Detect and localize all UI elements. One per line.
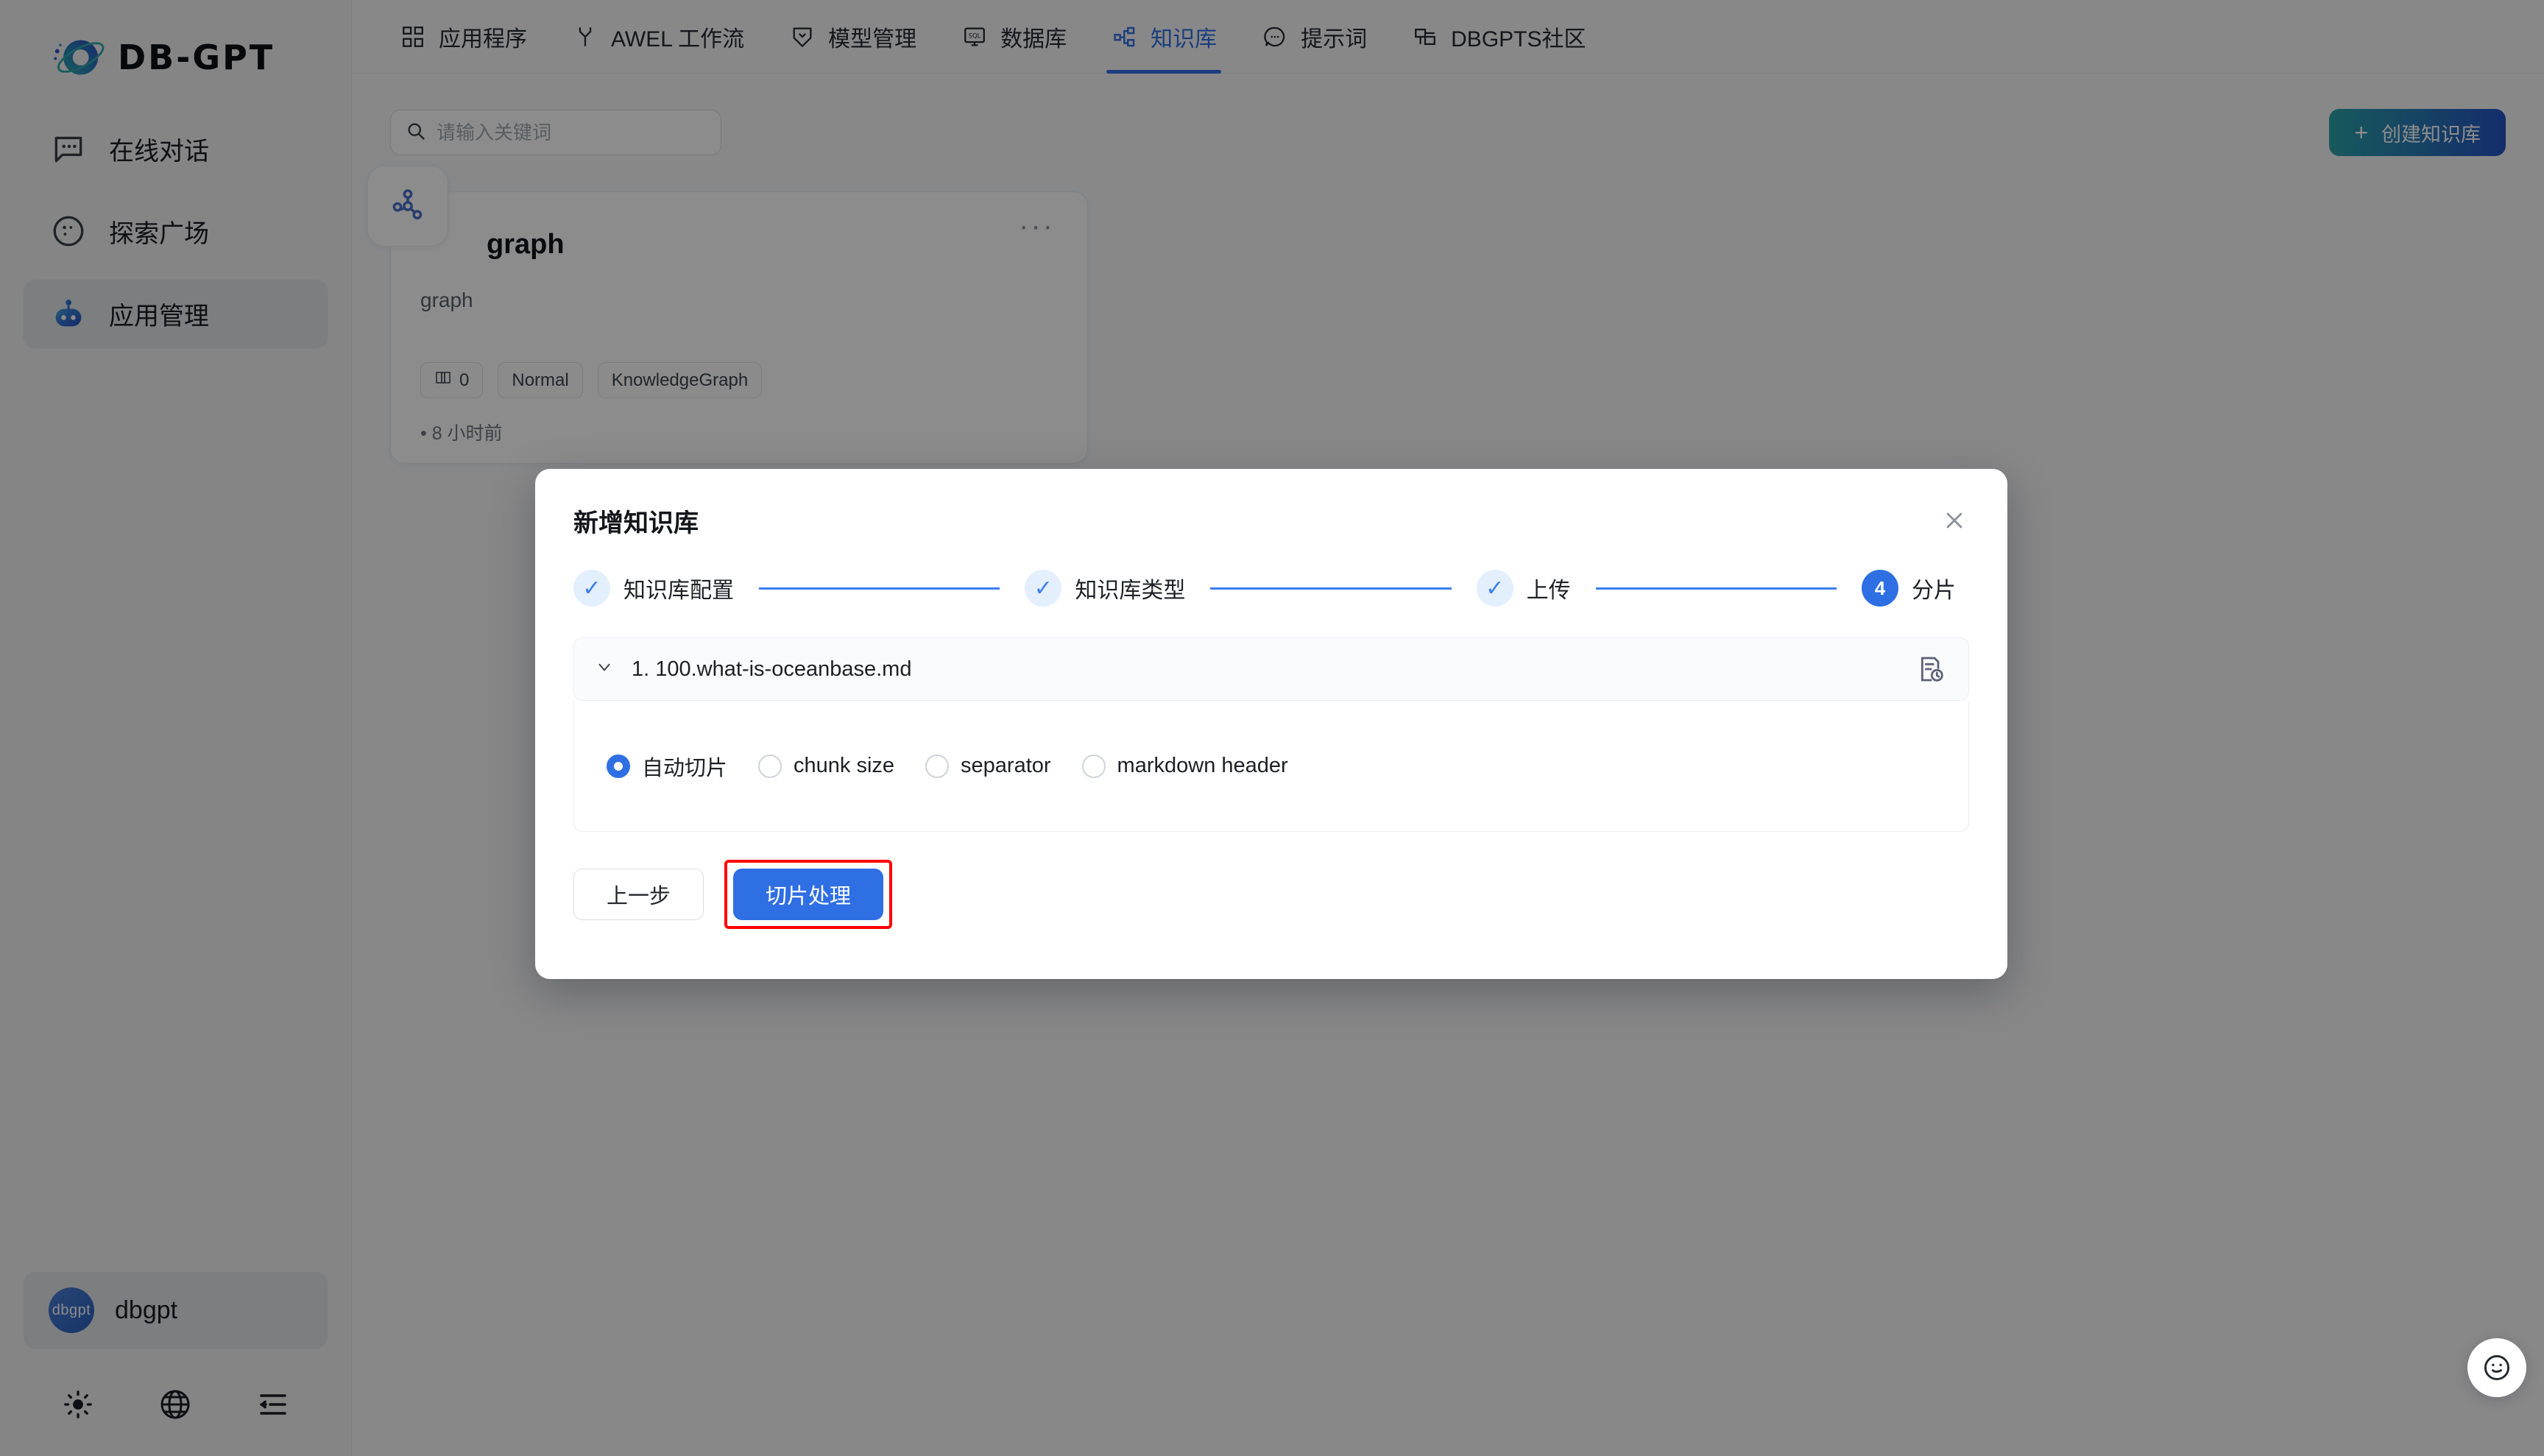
step-connector [1596,587,1837,590]
step-knowledge-type[interactable]: ✓ 知识库类型 [1025,570,1185,607]
radio-label: 自动切片 [642,751,727,782]
radio-label: separator [961,754,1051,778]
radio-auto-split[interactable]: 自动切片 [607,751,727,782]
previous-step-button[interactable]: 上一步 [573,869,704,920]
close-icon[interactable] [1935,501,1974,540]
file-accordion-header[interactable]: 1. 100.what-is-oceanbase.md [573,637,1969,701]
radio-mark[interactable] [1082,754,1106,778]
step-check-icon: ✓ [1025,570,1061,607]
slice-process-button[interactable]: 切片处理 [733,869,883,920]
add-knowledge-base-dialog: 新增知识库 ✓ 知识库配置 ✓ 知识库类型 ✓ 上传 4 分片 1. 100.w… [535,469,2007,979]
radio-label: chunk size [794,754,894,778]
step-label: 知识库配置 [623,572,734,604]
step-upload[interactable]: ✓ 上传 [1477,570,1571,607]
dialog-actions: 上一步 切片处理 [573,860,1969,929]
step-connector [759,587,1000,590]
radio-chunk-size[interactable]: chunk size [758,754,894,778]
radio-mark[interactable] [925,754,949,778]
split-mode-radio-group: 自动切片 chunk size separator markdown heade… [607,751,1288,782]
step-label: 知识库类型 [1075,572,1185,604]
stepper: ✓ 知识库配置 ✓ 知识库类型 ✓ 上传 4 分片 [573,570,1969,607]
radio-mark[interactable] [607,754,630,778]
step-segmentation[interactable]: 4 分片 [1862,570,1956,607]
step-label: 分片 [1912,572,1956,604]
radio-markdown-header[interactable]: markdown header [1082,754,1288,778]
step-check-icon: ✓ [1477,570,1513,607]
step-number: 4 [1862,570,1898,607]
step-check-icon: ✓ [573,570,610,607]
step-knowledge-config[interactable]: ✓ 知识库配置 [573,570,734,607]
submit-highlight-box: 切片处理 [724,860,892,929]
radio-separator[interactable]: separator [925,754,1051,778]
chevron-down-icon[interactable] [595,657,614,682]
step-label: 上传 [1527,572,1571,604]
step-connector [1210,587,1451,590]
split-options-panel: 自动切片 chunk size separator markdown heade… [573,701,1969,832]
radio-mark[interactable] [758,754,782,778]
file-name: 1. 100.what-is-oceanbase.md [632,657,911,682]
document-clock-icon[interactable] [1914,652,1948,686]
dialog-title: 新增知识库 [573,503,1969,539]
radio-label: markdown header [1117,754,1288,778]
smiley-face-icon[interactable] [2467,1338,2526,1397]
